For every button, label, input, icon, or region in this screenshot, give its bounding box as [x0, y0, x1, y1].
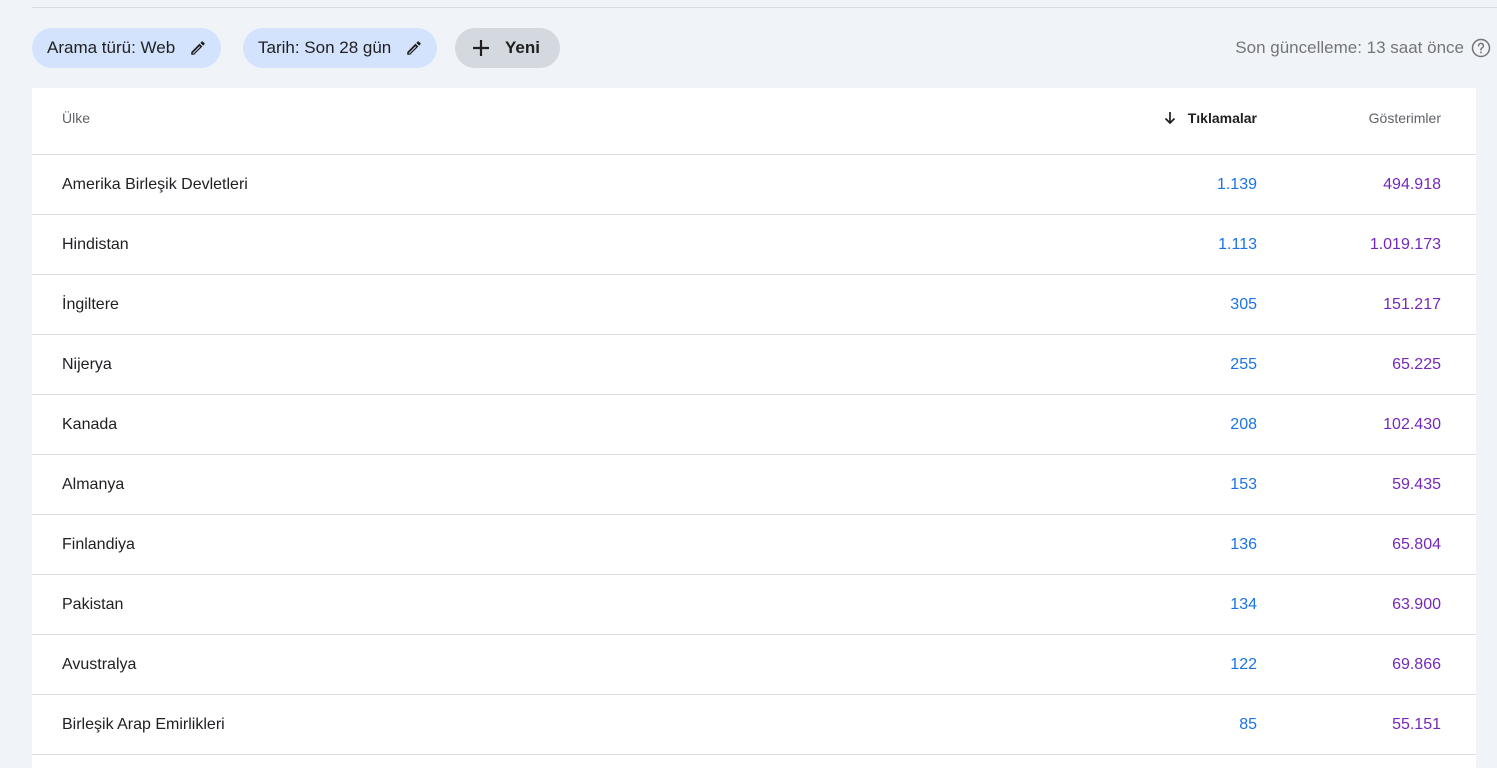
last-update-text: Son güncelleme: 13 saat önce [1235, 38, 1464, 57]
table-header: Ülke Tıklamalar Gösterimler [32, 88, 1476, 155]
impressions-cell: 494.918 [1383, 175, 1441, 193]
clicks-cell: 305 [1230, 295, 1257, 313]
country-cell: Amerika Birleşik Devletleri [62, 175, 248, 193]
date-filter-chip[interactable]: Tarih: Son 28 gün [243, 28, 438, 68]
impressions-cell: 1.019.173 [1369, 235, 1441, 253]
search-type-filter-label: Arama türü: Web [47, 38, 176, 57]
impressions-cell: 65.804 [1392, 535, 1441, 553]
countries-table: Ülke Tıklamalar Gösterimler Amerika Birl… [32, 88, 1476, 768]
impressions-cell: 63.900 [1392, 595, 1441, 613]
clicks-cell: 255 [1230, 355, 1257, 373]
clicks-column-header[interactable]: Tıklamalar [1162, 88, 1257, 148]
country-cell: Pakistan [62, 595, 124, 613]
country-cell: Hindistan [62, 235, 129, 253]
table-row[interactable]: Pakistan 134 63.900 [32, 575, 1476, 635]
country-column-header[interactable]: Ülke [62, 88, 90, 148]
impressions-cell: 151.217 [1383, 295, 1441, 313]
new-filter-label: Yeni [505, 38, 540, 57]
date-filter-label: Tarih: Son 28 gün [258, 38, 392, 57]
table-row[interactable]: Hindistan 1.113 1.019.173 [32, 215, 1476, 275]
table-row[interactable]: Kanada 208 102.430 [32, 395, 1476, 455]
impressions-cell: 55.151 [1392, 715, 1441, 733]
table-row[interactable]: Amerika Birleşik Devletleri 1.139 494.91… [32, 155, 1476, 215]
clicks-cell: 1.139 [1216, 175, 1257, 193]
clicks-cell: 122 [1230, 655, 1257, 673]
pencil-icon[interactable] [405, 39, 423, 57]
plus-icon [471, 38, 491, 58]
country-cell: Almanya [62, 475, 125, 493]
country-cell: Birleşik Arap Emirlikleri [62, 715, 225, 733]
table-row[interactable]: Finlandiya 136 65.804 [32, 515, 1476, 575]
top-divider [32, 7, 1497, 8]
impressions-column-header[interactable]: Gösterimler [1369, 88, 1441, 148]
impressions-cell: 59.435 [1392, 475, 1441, 493]
filter-bar: Arama türü: Web Tarih: Son 28 gün Yeni S… [32, 28, 1497, 68]
table-row[interactable]: İngiltere 305 151.217 [32, 275, 1476, 335]
help-circle-icon[interactable] [1471, 38, 1491, 58]
table-row[interactable]: Avustralya 122 69.866 [32, 635, 1476, 695]
new-filter-button[interactable]: Yeni [455, 28, 560, 68]
table-row[interactable]: Nijerya 255 65.225 [32, 335, 1476, 395]
country-cell: Avustralya [62, 655, 137, 673]
clicks-cell: 1.113 [1218, 235, 1257, 253]
clicks-cell: 136 [1230, 535, 1257, 553]
impressions-cell: 69.866 [1392, 655, 1441, 673]
search-type-filter-chip[interactable]: Arama türü: Web [32, 28, 222, 68]
impressions-cell: 102.430 [1383, 415, 1441, 433]
country-cell: Kanada [62, 415, 118, 433]
clicks-cell: 134 [1230, 595, 1257, 613]
clicks-cell: 153 [1230, 475, 1257, 493]
country-cell: İngiltere [62, 295, 119, 313]
arrow-down-icon [1162, 110, 1178, 126]
country-cell: Finlandiya [62, 535, 135, 553]
table-row[interactable]: Birleşik Arap Emirlikleri 85 55.151 [32, 695, 1476, 755]
clicks-column-label: Tıklamalar [1187, 110, 1257, 126]
clicks-cell: 208 [1230, 415, 1257, 433]
pencil-icon[interactable] [189, 39, 207, 57]
clicks-cell: 85 [1239, 715, 1257, 733]
table-row[interactable]: Almanya 153 59.435 [32, 455, 1476, 515]
impressions-cell: 65.225 [1392, 355, 1441, 373]
last-update-status: Son güncelleme: 13 saat önce [1235, 28, 1491, 68]
country-cell: Nijerya [62, 355, 112, 373]
